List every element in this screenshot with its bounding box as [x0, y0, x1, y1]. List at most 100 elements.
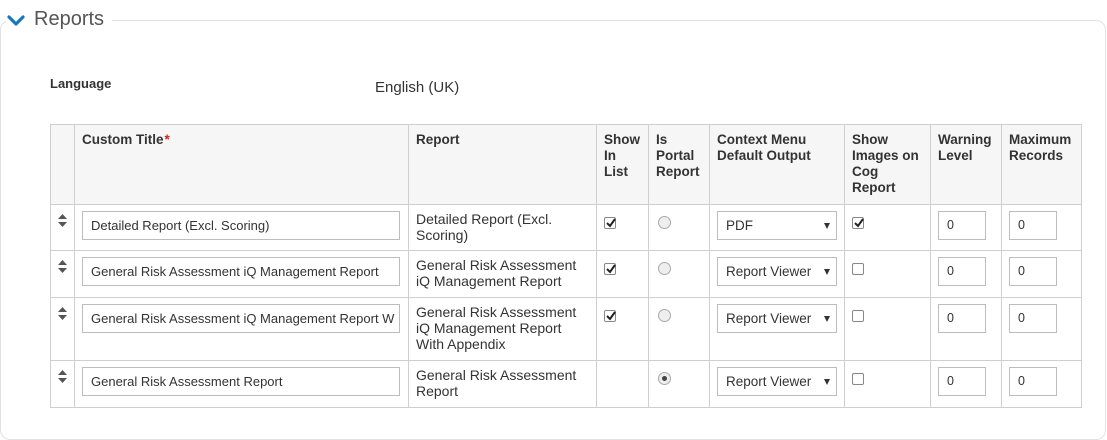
context-menu-select[interactable]: PDF: [717, 211, 837, 240]
drag-cell[interactable]: [50, 204, 75, 251]
warning-level-cell: 0: [930, 204, 1002, 251]
table-row: General Risk Assessment iQ Management Re…: [50, 250, 1082, 298]
context-menu-select[interactable]: Report Viewer: [717, 367, 837, 396]
maximum-records-cell: 0: [1001, 360, 1082, 408]
show-images-checkbox[interactable]: [852, 310, 864, 322]
custom-title-header: Custom Title*: [74, 124, 409, 205]
maximum-records-input[interactable]: 0: [1009, 257, 1057, 286]
table-row: General Risk Assessment iQ Management Re…: [50, 297, 1082, 361]
show-in-list-checkbox[interactable]: [604, 263, 616, 275]
section-title: Reports: [34, 8, 105, 30]
is-portal-report-radio[interactable]: [658, 262, 671, 275]
custom-title-input[interactable]: General Risk Assessment iQ Management Re…: [82, 257, 400, 286]
show-in-list-cell: [596, 204, 649, 251]
report-name: General Risk Assessment iQ Management Re…: [416, 257, 577, 289]
show-images-cell: [844, 360, 931, 408]
report-cell: General Risk Assessment iQ Management Re…: [408, 297, 597, 361]
context-menu-cell: Report Viewer: [709, 297, 845, 361]
warning-level-input[interactable]: 0: [938, 211, 986, 240]
context-menu-value: Report Viewer: [726, 311, 812, 326]
is-portal-report-radio[interactable]: [658, 372, 671, 385]
drag-handle-icon[interactable]: [58, 214, 67, 227]
warning-level-input[interactable]: 0: [938, 304, 986, 333]
warning-level-cell: 0: [930, 360, 1002, 408]
drag-handle-icon[interactable]: [58, 307, 67, 320]
is-portal-report-radio[interactable]: [658, 216, 671, 229]
report-cell: General Risk Assessment iQ Management Re…: [408, 250, 597, 298]
show-in-list-cell: [596, 297, 649, 361]
context-menu-value: Report Viewer: [726, 264, 812, 279]
context-menu-value: Report Viewer: [726, 374, 812, 389]
is-portal-report-cell: [648, 297, 710, 361]
report-name: General Risk Assessment iQ Management Re…: [416, 304, 577, 352]
show-in-list-checkbox[interactable]: [604, 310, 616, 322]
show-images-cell: [844, 204, 931, 251]
maximum-records-header: Maximum Records: [1001, 124, 1082, 205]
is-portal-report-header: Is Portal Report: [648, 124, 710, 205]
drag-cell[interactable]: [50, 250, 75, 298]
show-images-checkbox[interactable]: [852, 263, 864, 275]
report-name: General Risk Assessment Report: [416, 367, 577, 399]
caret-down-icon: [824, 223, 830, 229]
section-header[interactable]: Reports: [6, 8, 113, 31]
drag-column-header: [50, 124, 75, 205]
maximum-records-input[interactable]: 0: [1009, 367, 1057, 396]
drag-handle-icon[interactable]: [58, 260, 67, 273]
maximum-records-cell: 0: [1001, 204, 1082, 251]
chevron-down-icon[interactable]: [6, 10, 26, 30]
context-menu-cell: PDF: [709, 204, 845, 251]
table-row: Detailed Report (Excl. Scoring) Detailed …: [50, 204, 1082, 251]
show-images-checkbox[interactable]: [852, 217, 864, 229]
reports-table: Custom Title* Report Show In List Is Por…: [50, 124, 1082, 408]
show-in-list-checkbox[interactable]: [604, 217, 616, 229]
show-images-checkbox[interactable]: [852, 373, 864, 385]
warning-level-cell: 0: [930, 297, 1002, 361]
caret-down-icon: [824, 379, 830, 385]
maximum-records-input[interactable]: 0: [1009, 211, 1057, 240]
maximum-records-cell: 0: [1001, 250, 1082, 298]
report-header: Report: [408, 124, 597, 205]
context-menu-select[interactable]: Report Viewer: [717, 257, 837, 286]
table-row: General Risk Assessment Report General Ri…: [50, 360, 1082, 408]
drag-handle-icon[interactable]: [58, 370, 67, 383]
warning-level-input[interactable]: 0: [938, 367, 986, 396]
custom-title-cell: Detailed Report (Excl. Scoring): [74, 204, 409, 251]
custom-title-cell: General Risk Assessment iQ Management Re…: [74, 297, 409, 361]
context-menu-cell: Report Viewer: [709, 250, 845, 298]
show-in-list-header: Show In List: [596, 124, 649, 205]
report-cell: General Risk Assessment Report: [408, 360, 597, 408]
is-portal-report-cell: [648, 360, 710, 408]
show-images-cell: [844, 250, 931, 298]
is-portal-report-cell: [648, 204, 710, 251]
show-in-list-cell: [596, 250, 649, 298]
custom-title-header-label: Custom Title: [82, 132, 164, 147]
table-header-row: Custom Title* Report Show In List Is Por…: [50, 124, 1082, 205]
custom-title-input[interactable]: General Risk Assessment Report: [82, 367, 400, 396]
caret-down-icon: [824, 316, 830, 322]
maximum-records-cell: 0: [1001, 297, 1082, 361]
maximum-records-input[interactable]: 0: [1009, 304, 1057, 333]
warning-level-header: Warning Level: [930, 124, 1002, 205]
context-menu-select[interactable]: Report Viewer: [717, 304, 837, 333]
report-cell: Detailed Report (Excl. Scoring): [408, 204, 597, 251]
custom-title-cell: General Risk Assessment iQ Management Re…: [74, 250, 409, 298]
custom-title-input[interactable]: Detailed Report (Excl. Scoring): [82, 211, 400, 240]
required-marker: *: [164, 132, 170, 147]
is-portal-report-cell: [648, 250, 710, 298]
show-in-list-cell: [596, 360, 649, 408]
context-menu-cell: Report Viewer: [709, 360, 845, 408]
language-value: English (UK): [375, 79, 460, 96]
caret-down-icon: [824, 269, 830, 275]
is-portal-report-radio[interactable]: [658, 309, 671, 322]
report-name: Detailed Report (Excl. Scoring): [416, 211, 553, 243]
drag-cell[interactable]: [50, 297, 75, 361]
drag-cell[interactable]: [50, 360, 75, 408]
custom-title-input[interactable]: General Risk Assessment iQ Management Re…: [82, 304, 400, 333]
language-label: Language: [50, 76, 112, 91]
show-images-cell: [844, 297, 931, 361]
show-images-header: Show Images on Cog Report: [844, 124, 931, 205]
warning-level-input[interactable]: 0: [938, 257, 986, 286]
context-menu-header: Context Menu Default Output: [709, 124, 845, 205]
context-menu-value: PDF: [726, 218, 753, 233]
custom-title-cell: General Risk Assessment Report: [74, 360, 409, 408]
